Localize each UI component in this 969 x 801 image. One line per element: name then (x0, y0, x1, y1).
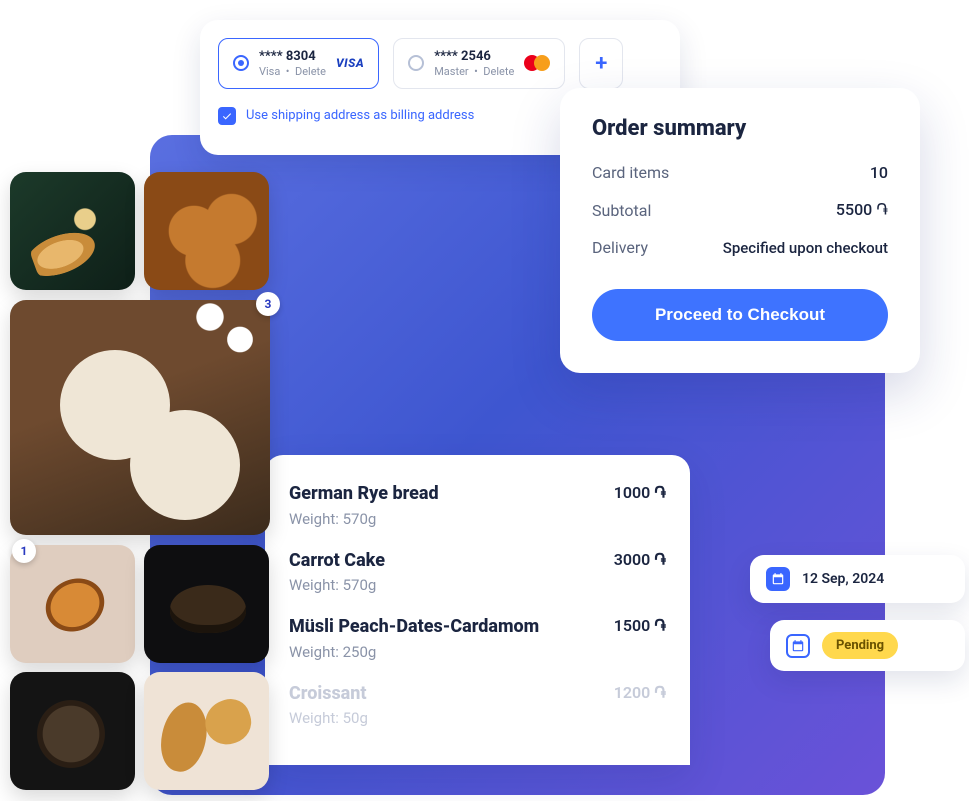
order-row-value: 5500 ֏ (836, 200, 888, 220)
order-row-value: Specified upon checkout (723, 239, 888, 257)
photo-count-badge: 3 (256, 292, 280, 316)
product-photo[interactable] (144, 672, 269, 790)
shipping-as-billing-label: Use shipping address as billing address (246, 108, 474, 123)
product-price: 3000 ֏ (614, 550, 666, 570)
product-photo[interactable] (144, 172, 269, 290)
product-price: 1000 ֏ (614, 483, 666, 503)
order-row-value: 10 (870, 163, 888, 182)
delete-card-link[interactable]: Delete (295, 65, 326, 78)
date-card: 12 Sep, 2024 (750, 555, 965, 603)
calendar-icon (766, 567, 790, 591)
payment-card-number: **** 8304 (259, 49, 326, 65)
product-name: Müsli Peach-Dates-Cardamom (289, 616, 539, 639)
radio-unselected-icon (408, 55, 424, 71)
order-row-label: Subtotal (592, 201, 651, 220)
product-photo[interactable] (10, 172, 135, 290)
product-weight: Weight: 570g (289, 576, 385, 594)
product-name: German Rye bread (289, 483, 439, 506)
add-payment-method-button[interactable]: + (579, 38, 623, 89)
product-weight: Weight: 250g (289, 643, 539, 661)
radio-selected-icon (233, 55, 249, 71)
payment-card-visa[interactable]: **** 8304 Visa • Delete VISA (218, 38, 379, 89)
order-summary-title: Order summary (592, 116, 888, 141)
order-row-delivery: Delivery Specified upon checkout (592, 238, 888, 257)
payment-card-subtext: Master • Delete (434, 65, 514, 78)
delete-card-link[interactable]: Delete (483, 65, 514, 78)
payment-card-subtext: Visa • Delete (259, 65, 326, 78)
products-panel: German Rye bread Weight: 570g 1000 ֏ Car… (265, 455, 690, 765)
order-row-label: Card items (592, 163, 669, 182)
order-row-subtotal: Subtotal 5500 ֏ (592, 200, 888, 220)
product-weight: Weight: 570g (289, 510, 439, 528)
check-icon (221, 110, 233, 122)
order-summary-panel: Order summary Card items 10 Subtotal 550… (560, 88, 920, 373)
photo-count-badge: 1 (12, 539, 36, 563)
product-row: Müsli Peach-Dates-Cardamom Weight: 250g … (289, 616, 666, 661)
status-card: Pending (770, 620, 965, 671)
plus-icon: + (595, 51, 607, 76)
visa-logo-icon: VISA (336, 56, 364, 70)
product-photo[interactable] (10, 300, 270, 535)
product-row: Carrot Cake Weight: 570g 3000 ֏ (289, 550, 666, 595)
product-photo[interactable] (10, 545, 135, 663)
order-row-label: Delivery (592, 238, 648, 257)
shipping-as-billing-checkbox[interactable] (218, 107, 236, 125)
date-text: 12 Sep, 2024 (802, 571, 884, 587)
payment-card-number: **** 2546 (434, 49, 514, 65)
product-name: Croissant (289, 683, 368, 706)
product-row: Croissant Weight: 50g 1200 ֏ (289, 683, 666, 728)
product-photo[interactable] (144, 545, 269, 663)
calendar-icon (786, 634, 810, 658)
product-photo[interactable] (10, 672, 135, 790)
product-price: 1500 ֏ (614, 616, 666, 636)
product-price: 1200 ֏ (614, 683, 666, 703)
product-weight: Weight: 50g (289, 709, 368, 727)
order-row-items: Card items 10 (592, 163, 888, 182)
product-row: German Rye bread Weight: 570g 1000 ֏ (289, 483, 666, 528)
proceed-to-checkout-button[interactable]: Proceed to Checkout (592, 289, 888, 341)
product-name: Carrot Cake (289, 550, 385, 573)
payment-card-mastercard[interactable]: **** 2546 Master • Delete (393, 38, 565, 89)
mastercard-logo-icon (524, 55, 550, 71)
status-badge: Pending (822, 632, 898, 659)
